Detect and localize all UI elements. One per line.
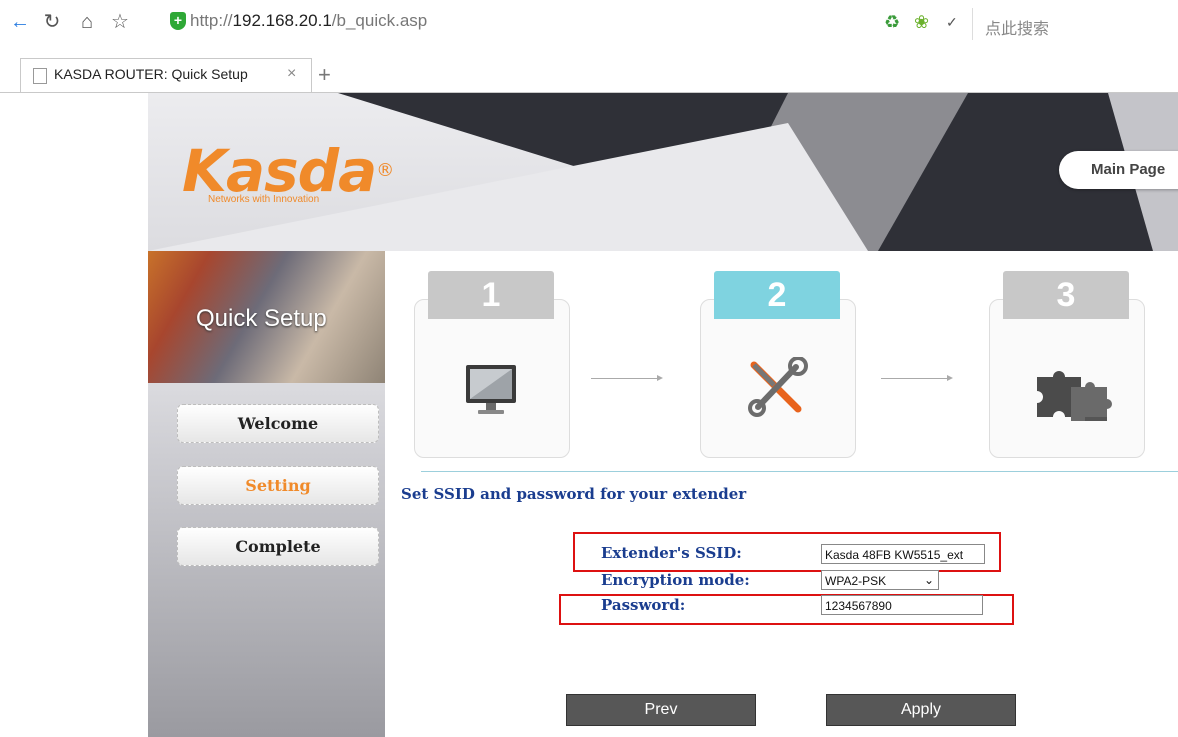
quick-setup-title: Quick Setup <box>196 305 327 332</box>
browser-toolbar: ← ↻ ⌂ ☆ + http://192.168.20.1/b_quick.as… <box>0 0 1178 58</box>
password-value: 1234567890 <box>825 599 892 613</box>
step-arrow <box>591 375 663 381</box>
password-label: Password: <box>601 596 686 614</box>
form-subtitle: Set SSID and password for your extender <box>401 485 747 503</box>
ssid-input[interactable]: Kasda 48FB KW5515_ext <box>821 544 985 564</box>
sidebar-item-setting[interactable]: Setting <box>177 466 379 505</box>
main-page-label: Main Page <box>1091 161 1166 178</box>
secure-shield-icon: + <box>170 12 186 30</box>
url-prefix: http:// <box>190 11 233 30</box>
tab-title: KASDA ROUTER: Quick Setup <box>54 66 248 82</box>
step-number: 2 <box>714 271 840 319</box>
reload-icon[interactable]: ↻ <box>40 10 64 34</box>
search-placeholder: 点此搜索 <box>985 21 1050 38</box>
quick-setup-banner: Quick Setup <box>148 251 385 383</box>
step-number: 1 <box>428 271 554 319</box>
star-icon[interactable]: ☆ <box>108 10 132 34</box>
close-icon[interactable]: × <box>287 65 296 83</box>
ssid-label: Extender's SSID: <box>601 544 742 562</box>
extension-recycle-icon[interactable]: ♻ <box>884 12 900 32</box>
tools-icon <box>748 357 808 417</box>
ssid-value: Kasda 48FB KW5515_ext <box>825 548 964 562</box>
quick-setup-content: 1 2 3 Set SSID and password for your ext… <box>385 251 1178 737</box>
apply-button[interactable]: Apply <box>826 694 1016 726</box>
step-arrow <box>881 375 953 381</box>
prev-button[interactable]: Prev <box>566 694 756 726</box>
encryption-value: WPA2-PSK <box>825 574 887 588</box>
tab-strip: KASDA ROUTER: Quick Setup × + <box>0 58 1178 93</box>
encryption-label: Encryption mode: <box>601 571 750 589</box>
browser-tab[interactable]: KASDA ROUTER: Quick Setup × <box>20 58 312 92</box>
home-icon[interactable]: ⌂ <box>75 10 99 34</box>
extension-leaf-icon[interactable]: ❀ <box>914 12 929 32</box>
step-3: 3 <box>989 271 1145 458</box>
logo-tagline: Networks with Innovation <box>208 194 320 205</box>
step-number: 3 <box>1003 271 1129 319</box>
back-arrow-icon[interactable]: ← <box>8 10 32 34</box>
sidebar: Quick Setup Welcome Setting Complete <box>148 251 385 737</box>
chevron-down-icon[interactable]: ✓ <box>946 12 958 32</box>
chevron-down-icon: ⌄ <box>923 573 934 587</box>
divider <box>421 471 1178 472</box>
sidebar-item-complete[interactable]: Complete <box>177 527 379 566</box>
document-icon <box>33 68 47 84</box>
address-bar[interactable]: http://192.168.20.1/b_quick.asp <box>190 11 427 31</box>
router-header: Kasda® Networks with Innovation Main Pag… <box>148 93 1178 251</box>
step-1: 1 <box>414 271 570 458</box>
sidebar-item-welcome[interactable]: Welcome <box>177 404 379 443</box>
url-host: 192.168.20.1 <box>232 11 332 30</box>
puzzle-icon <box>1037 371 1112 421</box>
encryption-select[interactable]: WPA2-PSK ⌄ <box>821 570 939 590</box>
kasda-logo: Kasda® <box>182 141 394 201</box>
step-2: 2 <box>700 271 856 458</box>
monitor-icon <box>466 365 516 414</box>
search-box[interactable]: 点此搜索 <box>972 8 1178 40</box>
new-tab-icon[interactable]: + <box>318 62 331 88</box>
url-path: /b_quick.asp <box>331 11 428 30</box>
registered-mark: ® <box>376 160 394 181</box>
main-page-button[interactable]: Main Page <box>1059 151 1178 189</box>
password-input[interactable]: 1234567890 <box>821 595 983 615</box>
